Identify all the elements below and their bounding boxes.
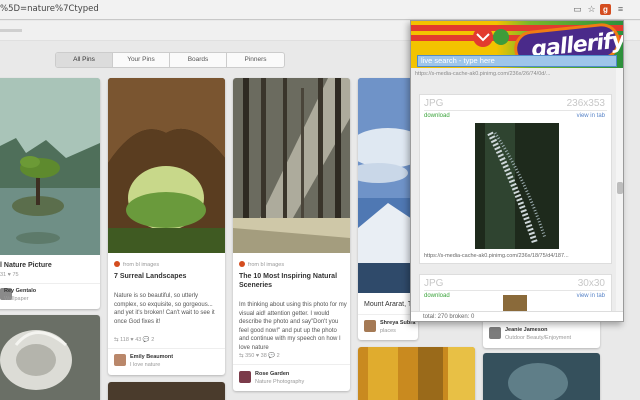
pin-card[interactable]: Jeanie Jameson Outdoor Beauty/Enjoyment (483, 318, 600, 348)
pin-image[interactable] (108, 382, 225, 400)
pin-card[interactable] (0, 315, 100, 400)
header-divider (0, 29, 22, 32)
pin-source-text: from bl images (248, 262, 285, 268)
menu-icon[interactable]: ≡ (615, 4, 626, 15)
pin-description: Im thinking about using this photo for m… (239, 302, 347, 351)
pin-title[interactable]: The 10 Most Inspiring Natural Sceneries (239, 272, 347, 290)
pin-image[interactable] (358, 78, 418, 293)
image-type: JPG (424, 278, 444, 289)
divider (358, 314, 418, 315)
view-in-tab-link[interactable]: view in tab (577, 113, 605, 119)
image-thumbnail[interactable] (503, 295, 527, 311)
pin-image[interactable] (0, 315, 100, 400)
image-type: JPG (424, 98, 444, 109)
tab-pinners[interactable]: Pinners (227, 53, 284, 67)
download-link[interactable]: download (424, 293, 450, 299)
pin-image[interactable] (108, 78, 225, 253)
tab-boards[interactable]: Boards (170, 53, 227, 67)
tab-all-pins[interactable]: All Pins (56, 53, 113, 67)
pin-image[interactable] (358, 347, 475, 400)
gallerify-extension-icon[interactable]: g (600, 4, 611, 15)
pin-card[interactable]: from bl images The 10 Most Inspiring Nat… (233, 78, 350, 391)
avatar[interactable] (114, 354, 126, 366)
gallerify-panel: gallerify live search - type here https:… (410, 20, 624, 322)
board-name[interactable]: Outdoor Beauty/Enjoyment (505, 335, 571, 341)
url-text[interactable]: %5D=nature%7Ctyped (0, 4, 99, 14)
avatar[interactable] (489, 327, 501, 339)
board-name[interactable]: places (380, 328, 396, 334)
divider (233, 364, 350, 365)
star-icon[interactable]: ☆ (586, 4, 597, 15)
gallerify-footer: total: 270 broken: 0 (411, 311, 623, 321)
pin-stats: ⇆ 350 ♥ 38 💬 2 (239, 353, 280, 359)
image-dimensions: 236x353 (566, 98, 605, 109)
pin-card[interactable] (483, 353, 600, 400)
pin-card[interactable]: from bl images 7 Surreal Landscapes Natu… (108, 78, 225, 375)
address-bar[interactable]: %5D=nature%7Ctyped ▭ ☆ g ≡ (0, 0, 640, 20)
divider (424, 290, 607, 291)
pin-stats: 31 ♥ 75 (0, 272, 19, 278)
source-pin-icon (239, 261, 245, 267)
view-in-tab-link[interactable]: view in tab (577, 293, 605, 299)
pin-image[interactable] (483, 353, 600, 400)
tab-your-pins[interactable]: Your Pins (113, 53, 170, 67)
pin-card[interactable] (358, 347, 475, 400)
avatar[interactable] (239, 371, 251, 383)
pin-description: Nature is so beautiful, so utterly compl… (114, 293, 215, 325)
image-url[interactable]: https://s-media-cache-ak0.pinimg.com/236… (424, 253, 569, 259)
pin-card[interactable]: l Nature Picture 31 ♥ 75 Rey Gentalo Wal… (0, 78, 100, 309)
pin-title[interactable]: l Nature Picture (0, 261, 96, 270)
source-pin-icon (114, 261, 120, 267)
board-name[interactable]: Wallpaper (4, 296, 29, 302)
scrollbar-thumb[interactable] (617, 182, 623, 194)
avatar[interactable] (364, 320, 376, 332)
pinner-name[interactable]: Rey Gentalo (4, 288, 36, 294)
divider (108, 348, 225, 349)
download-link[interactable]: download (424, 113, 450, 119)
live-search-input[interactable]: live search - type here (417, 55, 617, 67)
pin-card[interactable] (108, 382, 225, 400)
search-filter-tabs: All Pins Your Pins Boards Pinners (55, 52, 285, 68)
pin-image[interactable] (0, 78, 100, 255)
image-dimensions: 30x30 (577, 278, 605, 289)
pinner-name[interactable]: Jeanie Jameson (505, 327, 548, 333)
pin-title[interactable]: 7 Surreal Landscapes (114, 272, 222, 281)
results-scrollbar[interactable] (616, 68, 623, 311)
pin-card[interactable]: Mount Ararat, Tu Shreya Subra places (358, 78, 418, 340)
pinner-name[interactable]: Rose Garden (255, 371, 289, 377)
gallerify-results: https://s-media-cache-ak0.pinimg.com/236… (411, 68, 623, 314)
board-name[interactable]: I love nature (130, 362, 160, 368)
board-name[interactable]: Nature Photography (255, 379, 304, 385)
pin-image[interactable] (233, 78, 350, 253)
gallerify-header: gallerify live search - type here (411, 21, 623, 68)
divider (424, 110, 607, 111)
page-icon[interactable]: ▭ (572, 4, 583, 15)
pinner-name[interactable]: Emily Beaumont (130, 354, 173, 360)
pin-title[interactable]: Mount Ararat, Tu (364, 300, 416, 309)
pin-source[interactable]: from bl images (239, 261, 284, 268)
pin-source-text: from bl images (123, 262, 160, 268)
image-url: https://s-media-cache-ak0.pinimg.com/236… (415, 71, 551, 77)
pin-stats: ⇆ 118 ♥ 43 💬 2 (114, 337, 155, 343)
image-card: JPG 30x30 download view in tab (419, 274, 612, 314)
divider (0, 283, 100, 284)
pin-source[interactable]: from bl images (114, 261, 159, 268)
image-card: JPG 236x353 download view in tab https:/… (419, 94, 612, 264)
gallerify-emblem-icon (473, 27, 509, 47)
image-thumbnail[interactable] (475, 123, 559, 249)
